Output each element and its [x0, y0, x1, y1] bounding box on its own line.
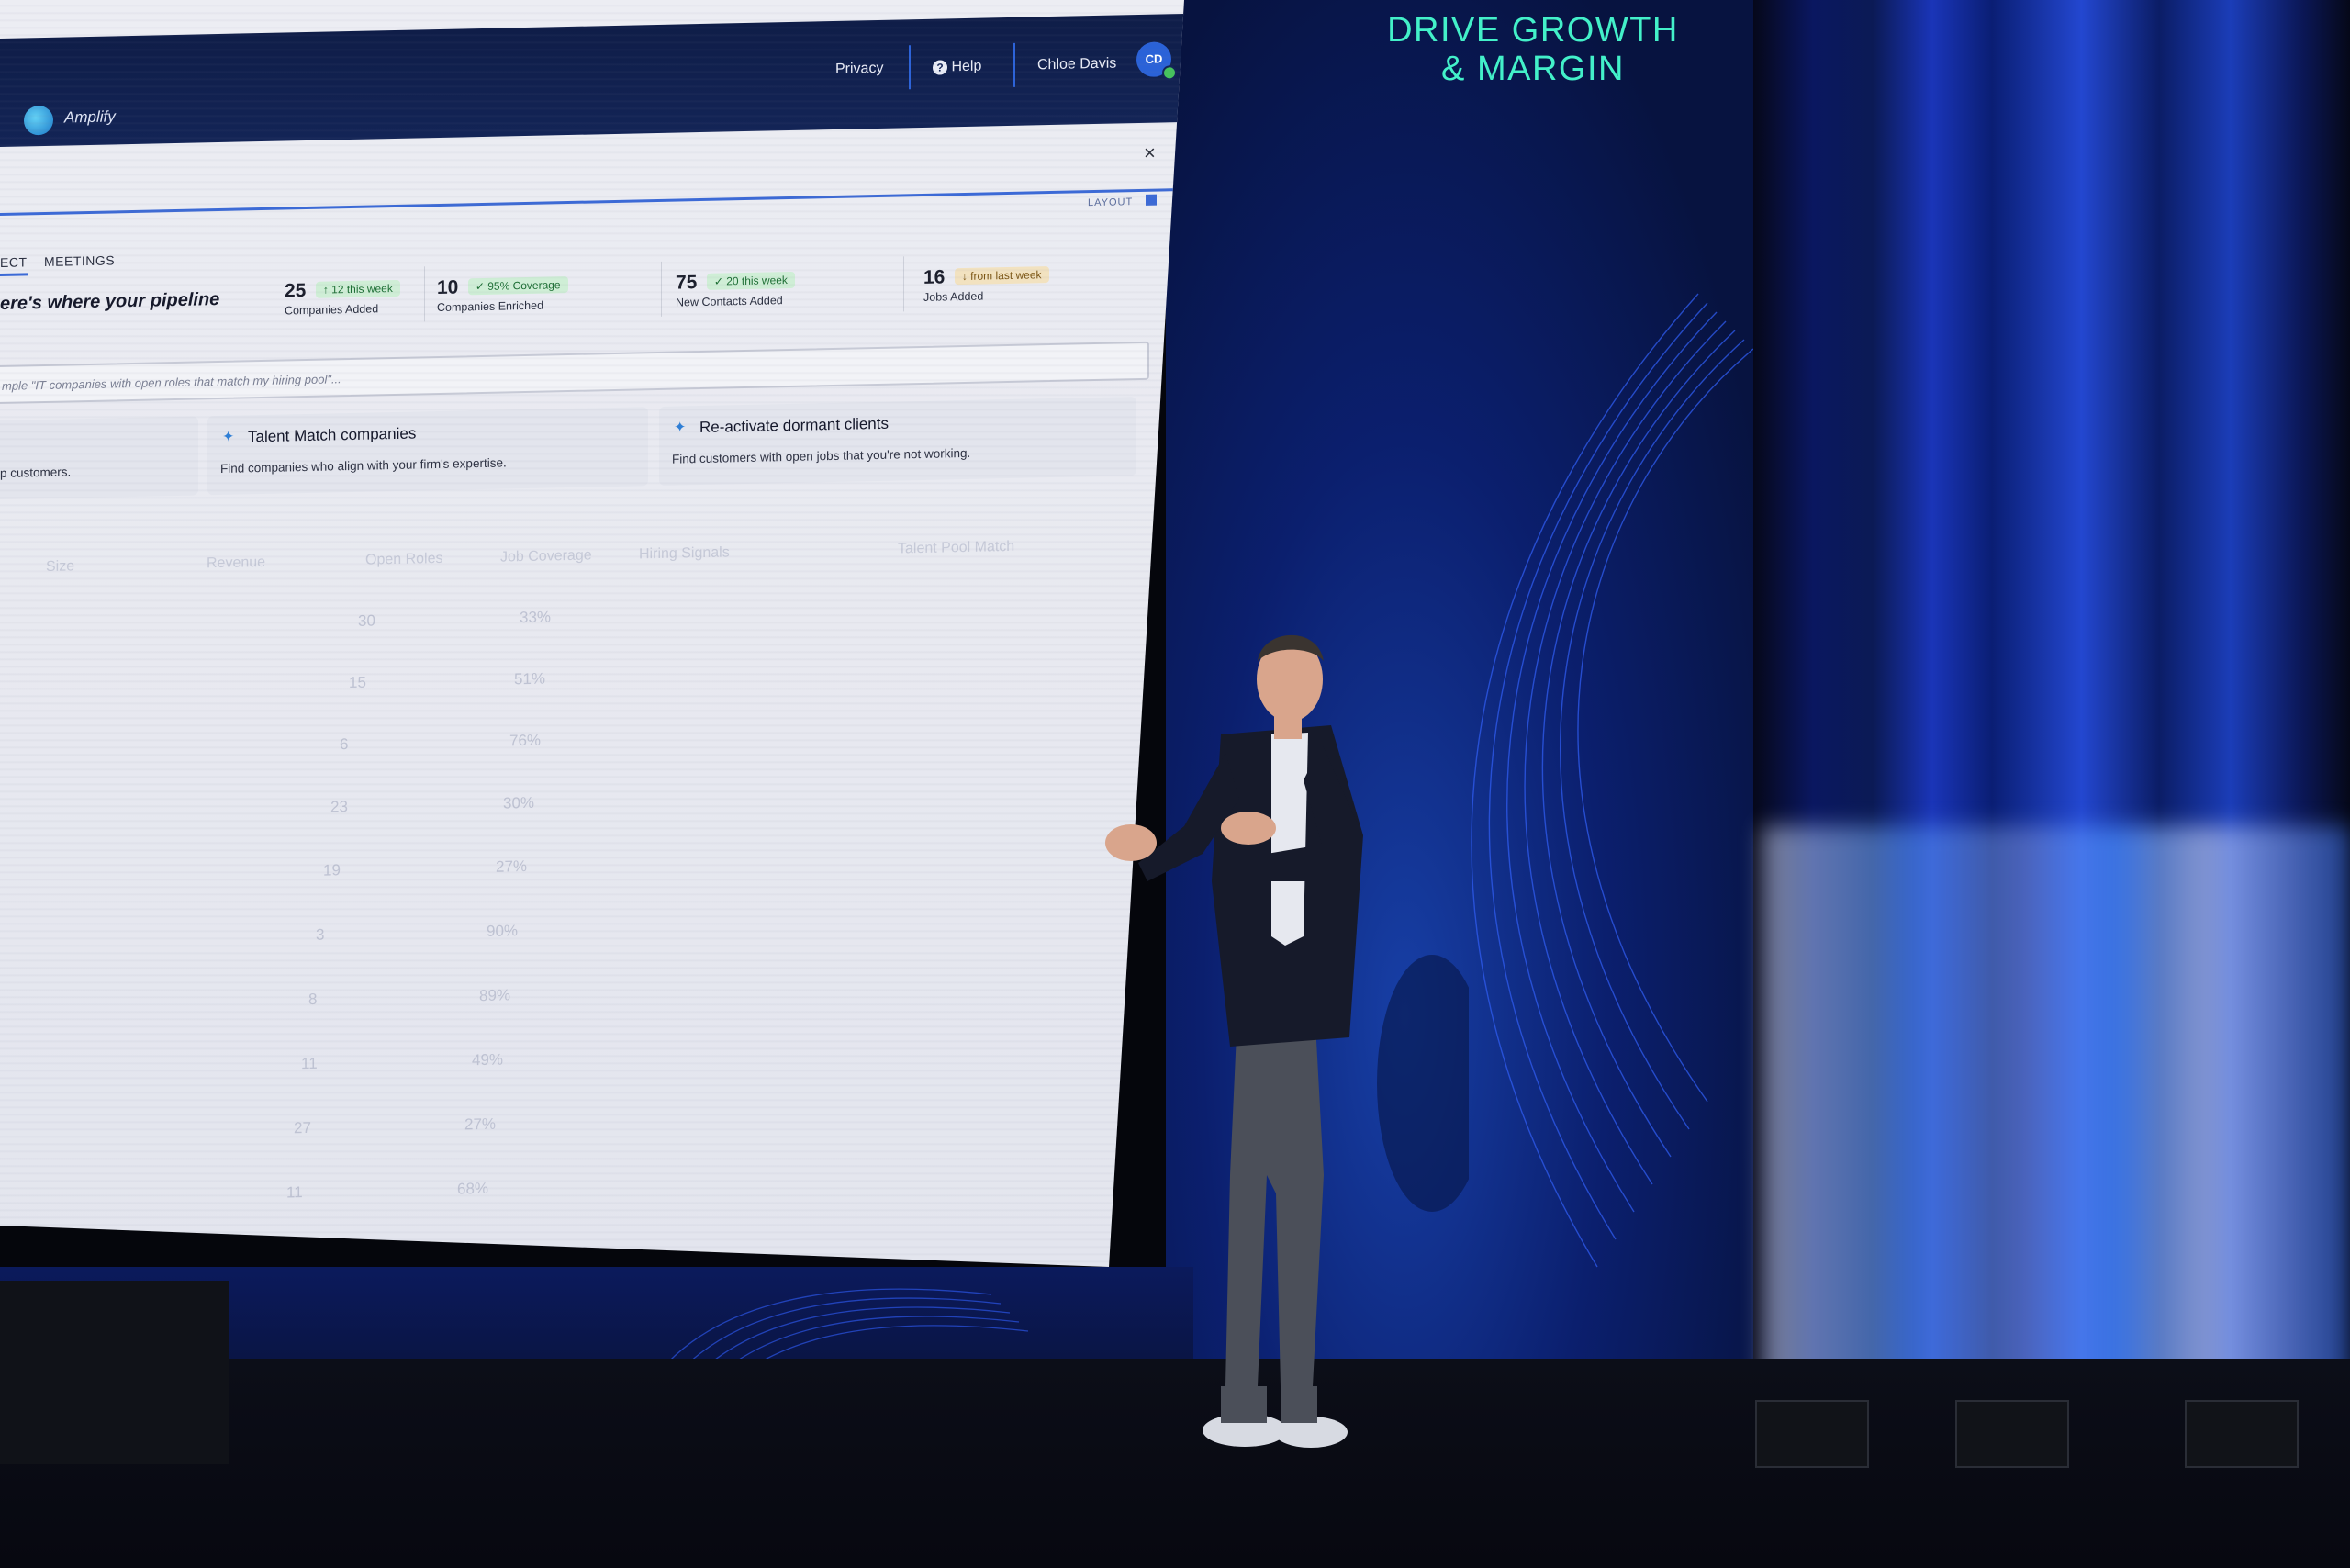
suggestion-card-reactivate[interactable]: ✦ Re-activate dormant clients Find custo… [659, 397, 1136, 486]
stat-badge-text: 95% Coverage [487, 278, 561, 293]
job-coverage: 51% [514, 669, 546, 689]
open-roles: 6 [340, 735, 349, 754]
open-roles: 11 [301, 1054, 318, 1073]
stat-label: Jobs Added [923, 289, 984, 304]
privacy-link[interactable]: Privacy [835, 61, 883, 78]
stat-label: Companies Added [285, 302, 379, 318]
stage-light [1955, 1400, 2069, 1468]
headline-line-1: DRIVE GROWTH [1387, 11, 1679, 50]
topbar-divider [1013, 42, 1015, 87]
user-name[interactable]: Chloe Davis [1037, 56, 1116, 74]
app-name: Amplify [64, 107, 116, 127]
job-coverage: 33% [520, 608, 552, 627]
suggestion-title: Talent Match companies [248, 424, 417, 446]
tab-prospect[interactable]: ECT [0, 254, 28, 270]
stage-light [2185, 1400, 2299, 1468]
presenter-shirt [1271, 733, 1308, 946]
header-divider [0, 187, 1184, 216]
stat-divider [424, 266, 425, 322]
presenter-hand [1105, 824, 1157, 861]
open-roles: 15 [349, 673, 366, 692]
stat-badge: ↑ 12 this week [315, 279, 400, 298]
column-header: Open Roles [365, 550, 443, 568]
tab-meetings[interactable]: MEETINGS [44, 252, 115, 269]
presenter-shadow [1377, 955, 1469, 1212]
open-roles: 11 [286, 1183, 303, 1202]
stage-light [1755, 1400, 1869, 1468]
column-header: Job Coverage [500, 547, 592, 566]
open-roles: 3 [316, 925, 325, 944]
topbar-divider [909, 45, 911, 90]
stat-label: Companies Enriched [437, 298, 544, 315]
company-table: Size Revenue Open Roles Job Coverage Hir… [0, 489, 1184, 1267]
open-roles: 19 [323, 861, 341, 879]
sparkle-icon: ✦ [674, 420, 687, 436]
projected-app-screen: Privacy ? Help Chloe Davis CD Amplify × … [0, 0, 1184, 1267]
job-coverage: 49% [472, 1050, 504, 1070]
arrow-down-icon: ↓ [961, 269, 968, 284]
stat-divider [903, 256, 904, 312]
open-roles: 27 [294, 1118, 311, 1137]
stat-new-contacts: 75 ✓ 20 this week New Contacts Added [676, 270, 795, 309]
ai-search-input[interactable]: mple "IT companies with open roles that … [0, 341, 1149, 405]
online-status-dot [1162, 65, 1177, 81]
stat-value: 16 [923, 266, 946, 288]
job-coverage: 89% [479, 986, 511, 1005]
stat-badge-text: 12 this week [331, 282, 393, 297]
stage-monitor [0, 1281, 229, 1464]
help-icon: ? [933, 60, 947, 75]
stat-companies-enriched: 10 ✓ 95% Coverage Companies Enriched [437, 274, 568, 314]
suggestion-card-talent-match[interactable]: ✦ Talent Match companies Find companies … [207, 407, 648, 496]
sparkle-icon: ✦ [222, 429, 235, 445]
stage-scene: DRIVE GROWTH & MARGIN Privacy ? Help Chl… [0, 0, 2350, 1568]
column-header: Hiring Signals [639, 544, 730, 563]
open-roles: 23 [330, 798, 348, 816]
stat-badge: ✓ 20 this week [706, 271, 795, 290]
stat-companies-added: 25 ↑ 12 this week Companies Added [285, 278, 400, 318]
stat-label: New Contacts Added [676, 294, 783, 309]
stat-value: 75 [676, 272, 698, 294]
help-label: Help [951, 58, 982, 75]
stat-divider [661, 261, 662, 317]
stat-badge-text: from last week [970, 268, 1042, 283]
amplify-logo-icon [24, 105, 53, 136]
job-coverage: 76% [509, 731, 542, 750]
stat-badge: ✓ 95% Coverage [467, 276, 568, 296]
job-coverage: 27% [496, 857, 528, 876]
column-header: Revenue [207, 554, 266, 572]
job-coverage: 90% [487, 922, 519, 940]
suggestion-desc: p customers. [0, 465, 72, 480]
stat-value: 10 [437, 276, 459, 299]
check-icon: ✓ [475, 279, 485, 294]
open-roles: 8 [308, 990, 318, 1008]
open-roles: 30 [358, 611, 375, 630]
app-topbar: Privacy ? Help Chloe Davis CD Amplify [0, 13, 1184, 148]
job-coverage: 27% [464, 1114, 497, 1134]
column-header: Size [46, 558, 75, 575]
column-header: Talent Pool Match [898, 538, 1015, 557]
job-coverage: 68% [457, 1179, 489, 1198]
presenter-hand [1221, 812, 1276, 845]
arrow-up-icon: ↑ [322, 283, 329, 297]
headline-line-2: & MARGIN [1441, 50, 1625, 88]
suggestion-title: Re-activate dormant clients [699, 414, 889, 437]
presenter [1105, 634, 1469, 1448]
stat-jobs-added: 16 ↓ from last week Jobs Added [923, 264, 1049, 304]
stat-badge-text: 20 this week [726, 274, 788, 288]
suggestion-desc: Find customers with open jobs that you'r… [672, 445, 971, 466]
suggestion-card[interactable]: p customers. [0, 416, 198, 500]
stat-value: 25 [285, 280, 307, 302]
stat-badge: ↓ from last week [954, 266, 1049, 286]
pipeline-heading: ere's where your pipeline [0, 288, 220, 314]
job-coverage: 30% [503, 793, 535, 812]
help-link[interactable]: ? Help [933, 59, 981, 76]
suggestion-desc: Find companies who align with your firm'… [220, 455, 507, 476]
close-icon[interactable]: × [1144, 141, 1156, 165]
grid-layout-icon[interactable] [1146, 194, 1157, 206]
layout-button[interactable]: LAYOUT [1088, 196, 1133, 208]
check-icon: ✓ [713, 274, 723, 288]
active-tab-indicator [0, 273, 28, 276]
slide-headline: DRIVE GROWTH & MARGIN [1359, 11, 1707, 88]
table-row[interactable]: 11 68% [0, 1147, 1184, 1226]
